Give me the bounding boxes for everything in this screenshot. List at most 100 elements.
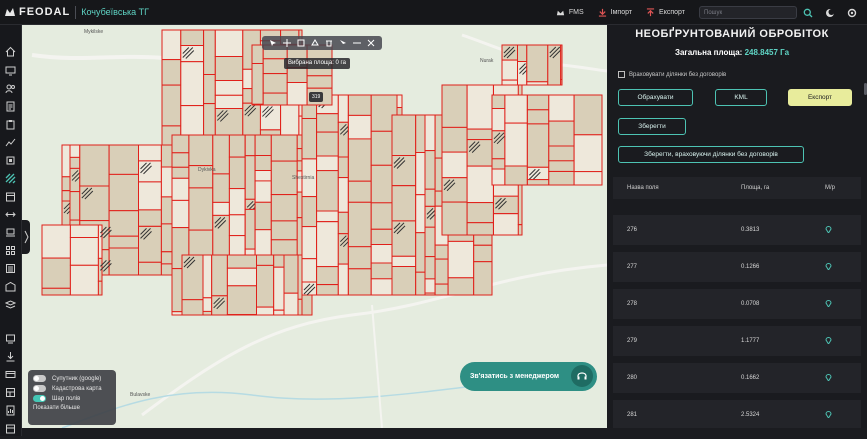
layers-square-icon[interactable] — [5, 153, 16, 164]
field-parcel[interactable] — [284, 255, 298, 293]
field-parcel[interactable] — [392, 115, 416, 156]
field-parcel[interactable] — [302, 227, 317, 259]
field-parcel[interactable] — [229, 135, 245, 157]
field-parcel[interactable] — [561, 80, 562, 86]
rect-tool-icon[interactable] — [297, 39, 305, 47]
map-view[interactable]: Mykilske Nurak Dykivka Shestirnia Bulavs… — [22, 25, 607, 428]
field-parcel[interactable] — [348, 95, 371, 115]
arrows-icon[interactable] — [5, 207, 16, 218]
field-parcel[interactable] — [338, 95, 348, 122]
field-parcel[interactable] — [229, 189, 245, 215]
logo[interactable]: FEODAL — [4, 6, 70, 18]
field-parcel[interactable] — [527, 45, 548, 82]
export-data-button[interactable]: Експорт — [788, 89, 852, 106]
field-parcel[interactable] — [70, 145, 80, 157]
field-parcel[interactable] — [505, 166, 527, 185]
field-parcel[interactable] — [302, 259, 317, 282]
field-parcel[interactable] — [255, 181, 271, 202]
field-parcel[interactable] — [425, 151, 435, 190]
fms-button[interactable]: FMS — [556, 8, 584, 17]
field-parcel[interactable] — [549, 146, 574, 161]
field-parcel[interactable] — [492, 159, 505, 169]
field-parcel[interactable] — [392, 186, 416, 221]
field-parcel[interactable] — [442, 202, 467, 235]
hatch-icon[interactable] — [5, 171, 16, 182]
archive-icon[interactable] — [5, 421, 16, 432]
field-parcel[interactable] — [549, 161, 574, 172]
field-parcel[interactable] — [317, 156, 339, 171]
field-parcel[interactable] — [574, 172, 602, 185]
field-parcel[interactable] — [284, 293, 298, 315]
trash-icon[interactable] — [325, 39, 333, 47]
chart-line-icon[interactable] — [5, 135, 16, 146]
import-button[interactable]: Імпорт — [598, 8, 632, 17]
field-parcel[interactable] — [317, 114, 339, 132]
field-parcel[interactable] — [492, 169, 505, 185]
field-parcel[interactable] — [189, 135, 213, 166]
close-icon[interactable] — [367, 39, 375, 47]
field-parcel[interactable] — [467, 166, 493, 203]
calculate-button[interactable]: Обрахувати — [618, 89, 693, 106]
field-parcel[interactable] — [139, 210, 162, 226]
field-parcel[interactable] — [203, 311, 212, 315]
field-parcel[interactable] — [448, 241, 474, 277]
field-parcel[interactable] — [252, 64, 263, 105]
field-parcel[interactable] — [162, 85, 181, 126]
field-parcel[interactable] — [215, 30, 243, 57]
field-parcel[interactable] — [338, 157, 348, 178]
field-parcel[interactable] — [162, 60, 181, 86]
field-parcel[interactable] — [172, 135, 189, 153]
table-row[interactable]: 278 0.0708 — [613, 289, 861, 319]
field-parcel[interactable] — [287, 83, 307, 106]
warehouse-icon[interactable] — [5, 279, 16, 290]
field-parcel[interactable] — [425, 206, 435, 227]
field-parcel[interactable] — [442, 178, 467, 202]
field-parcel[interactable] — [425, 279, 435, 293]
field-parcel[interactable] — [416, 233, 425, 273]
field-parcel[interactable] — [527, 82, 548, 85]
card-icon[interactable] — [5, 367, 16, 378]
field-parcel[interactable] — [98, 225, 102, 258]
field-parcel[interactable] — [271, 195, 297, 221]
field-parcel[interactable] — [204, 75, 216, 104]
fields-toggle[interactable] — [33, 395, 46, 402]
field-parcel[interactable] — [70, 157, 80, 168]
field-parcel[interactable] — [42, 288, 70, 295]
theme-button[interactable] — [823, 6, 837, 20]
field-parcel[interactable] — [42, 225, 70, 258]
field-parcel[interactable] — [245, 209, 255, 249]
field-parcel[interactable] — [255, 171, 271, 182]
field-parcel[interactable] — [348, 202, 371, 247]
field-parcel[interactable] — [502, 60, 518, 80]
field-parcel[interactable] — [213, 202, 230, 215]
field-parcel[interactable] — [425, 115, 435, 151]
field-parcel[interactable] — [425, 189, 435, 206]
contact-manager-button[interactable]: Зв'язатись з менеджером — [460, 362, 597, 391]
field-parcel[interactable] — [229, 157, 245, 189]
field-parcel[interactable] — [549, 172, 574, 186]
polygon-tool-icon[interactable] — [311, 39, 319, 47]
field-parcel[interactable] — [161, 252, 172, 264]
region-name[interactable]: Кочубеївська ТГ — [81, 7, 149, 17]
collapse-sidebar-button[interactable] — [22, 220, 30, 254]
field-parcel[interactable] — [416, 153, 425, 195]
field-parcel[interactable] — [425, 227, 435, 256]
field-parcel[interactable] — [348, 181, 371, 202]
download-icon[interactable] — [5, 349, 16, 360]
satellite-toggle[interactable] — [33, 375, 46, 382]
field-parcel[interactable] — [215, 57, 243, 81]
field-parcel[interactable] — [109, 145, 138, 174]
field-parcel[interactable] — [109, 236, 138, 248]
field-parcel[interactable] — [62, 191, 70, 201]
field-parcel[interactable] — [494, 196, 519, 213]
field-parcel[interactable] — [181, 30, 204, 46]
field-parcel[interactable] — [317, 171, 339, 211]
field-parcel[interactable] — [574, 135, 602, 172]
cadastral-toggle[interactable] — [33, 385, 46, 392]
report-icon[interactable] — [5, 403, 16, 414]
field-parcel[interactable] — [392, 221, 416, 256]
field-parcel[interactable] — [348, 247, 371, 269]
field-parcel[interactable] — [172, 178, 189, 200]
kml-button[interactable]: KML — [715, 89, 767, 106]
field-parcel[interactable] — [161, 224, 172, 252]
